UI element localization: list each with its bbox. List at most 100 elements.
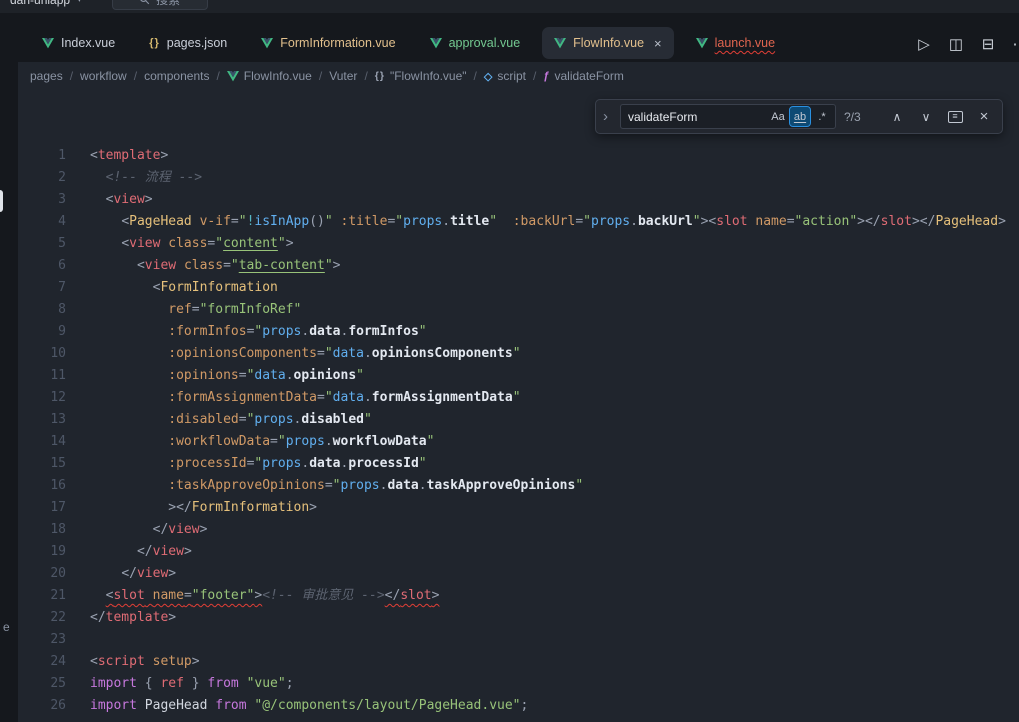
breadcrumb-item-pages[interactable]: pages xyxy=(30,69,63,83)
line-number[interactable]: 23 xyxy=(18,629,66,651)
line-number[interactable]: 25 xyxy=(18,673,66,695)
line-number[interactable]: 7 xyxy=(18,277,66,299)
code-token: slot xyxy=(113,588,144,603)
line-number[interactable]: 12 xyxy=(18,387,66,409)
tab-index-vue[interactable]: Index.vue xyxy=(30,27,127,59)
line-number[interactable]: 19 xyxy=(18,541,66,563)
toggle-replace-icon[interactable]: › xyxy=(599,108,612,125)
match-case-toggle[interactable]: Aa xyxy=(768,107,788,126)
tab-flowinfo-vue[interactable]: FlowInfo.vue× xyxy=(542,27,673,59)
code-token: " xyxy=(693,214,701,229)
code-token xyxy=(90,456,168,471)
run-icon[interactable]: ▷ xyxy=(915,35,933,53)
code-line-20: 20 </view> xyxy=(18,563,1019,585)
json-icon: {} xyxy=(149,37,160,49)
title-bar: dan-uniapp ▾ 搜索 xyxy=(0,0,1019,13)
code-token: = xyxy=(317,390,325,405)
find-widget: › Aa ab .* ?/3 ∧ ∨ ≡ × xyxy=(595,99,1003,134)
global-search-box[interactable]: 搜索 xyxy=(112,0,208,10)
code-line-16: 16 :taskApproveOpinions="props.data.task… xyxy=(18,475,1019,497)
code-line-26: 26import PageHead from "@/components/lay… xyxy=(18,695,1019,717)
more-actions-icon[interactable]: ⋯ xyxy=(1011,35,1019,53)
line-number[interactable]: 3 xyxy=(18,189,66,211)
active-indicator xyxy=(0,190,3,212)
vue-icon xyxy=(430,38,442,49)
whole-word-toggle[interactable]: ab xyxy=(790,107,810,126)
run-and-debug-icon[interactable]: ◫ xyxy=(947,35,965,53)
code-token: "@/components/layout/PageHead.vue" xyxy=(254,698,520,713)
breadcrumb-item-vuter[interactable]: Vuter xyxy=(329,69,357,83)
line-number[interactable]: 22 xyxy=(18,607,66,629)
code-token: >< xyxy=(701,214,717,229)
line-number[interactable]: 21 xyxy=(18,585,66,607)
breadcrumb-item-script[interactable]: ◇script xyxy=(484,69,526,83)
find-in-selection-button[interactable]: ≡ xyxy=(945,111,965,123)
tab-approval-vue[interactable]: approval.vue xyxy=(418,27,533,59)
line-number[interactable]: 24 xyxy=(18,651,66,673)
code-token: > xyxy=(160,148,168,163)
breadcrumb-item-workflow[interactable]: workflow xyxy=(80,69,127,83)
code-token: = xyxy=(231,214,239,229)
code-token xyxy=(90,324,168,339)
line-number[interactable]: 18 xyxy=(18,519,66,541)
breadcrumb-label: validateForm xyxy=(554,69,623,83)
line-number[interactable]: 8 xyxy=(18,299,66,321)
line-content xyxy=(66,629,90,651)
code-area[interactable]: 1<template>2 <!-- 流程 -->3 <view>4 <PageH… xyxy=(18,90,1019,722)
line-number[interactable]: 17 xyxy=(18,497,66,519)
code-line-7: 7 <FormInformation xyxy=(18,277,1019,299)
previous-match-button[interactable]: ∧ xyxy=(887,110,907,124)
breadcrumb-item-validateform[interactable]: ƒvalidateForm xyxy=(543,69,623,83)
line-number[interactable]: 10 xyxy=(18,343,66,365)
line-content: <script setup> xyxy=(66,651,200,673)
breadcrumb-item-components[interactable]: components xyxy=(144,69,209,83)
line-number[interactable]: 16 xyxy=(18,475,66,497)
line-number[interactable]: 4 xyxy=(18,211,66,233)
tab-launch-vue[interactable]: launch.vue xyxy=(684,27,787,59)
line-number[interactable]: 20 xyxy=(18,563,66,585)
breadcrumb-item-flowinfo-vue[interactable]: {}"FlowInfo.vue" xyxy=(375,69,467,83)
code-line-25: 25import { ref } from "vue"; xyxy=(18,673,1019,695)
find-input[interactable] xyxy=(628,110,766,124)
line-content: import PageHead from "@/components/layou… xyxy=(66,695,528,717)
code-token: " xyxy=(325,258,333,273)
code-token: " xyxy=(419,456,427,471)
code-token: " xyxy=(231,258,239,273)
line-number[interactable]: 9 xyxy=(18,321,66,343)
code-token: = xyxy=(325,478,333,493)
code-token: </ xyxy=(90,610,106,625)
line-number[interactable]: 13 xyxy=(18,409,66,431)
next-match-button[interactable]: ∨ xyxy=(916,110,936,124)
code-token: formAssignmentData xyxy=(372,390,513,405)
code-token xyxy=(184,676,192,691)
line-number[interactable]: 26 xyxy=(18,695,66,717)
project-menu[interactable]: dan-uniapp ▾ xyxy=(10,0,82,7)
code-token xyxy=(90,258,137,273)
code-token: workflowData xyxy=(333,434,427,449)
close-find-button[interactable]: × xyxy=(974,108,994,125)
line-number[interactable]: 5 xyxy=(18,233,66,255)
line-content: <template> xyxy=(66,145,168,167)
code-token: } xyxy=(192,676,200,691)
tab-forminformation-vue[interactable]: FormInformation.vue xyxy=(249,27,407,59)
code-token: " xyxy=(419,324,427,339)
breadcrumb-item-flowinfo-vue[interactable]: FlowInfo.vue xyxy=(227,69,312,83)
line-number[interactable]: 2 xyxy=(18,167,66,189)
line-number[interactable]: 11 xyxy=(18,365,66,387)
code-token: import xyxy=(90,698,137,713)
breadcrumb-label: "FlowInfo.vue" xyxy=(390,69,467,83)
tab-close-icon[interactable]: × xyxy=(654,37,662,50)
code-token: > xyxy=(200,522,208,537)
split-editor-icon[interactable]: ⊟ xyxy=(979,35,997,53)
breadcrumb-label: pages xyxy=(30,69,63,83)
regex-toggle[interactable]: .* xyxy=(812,107,832,126)
code-line-17: 17 ></FormInformation> xyxy=(18,497,1019,519)
code-token: = xyxy=(787,214,795,229)
line-content: :opinions="data.opinions" xyxy=(66,365,364,387)
line-number[interactable]: 1 xyxy=(18,145,66,167)
code-token: :formInfos xyxy=(168,324,246,339)
line-number[interactable]: 14 xyxy=(18,431,66,453)
tab-pages-json[interactable]: {}pages.json xyxy=(137,27,239,59)
line-number[interactable]: 15 xyxy=(18,453,66,475)
line-number[interactable]: 6 xyxy=(18,255,66,277)
